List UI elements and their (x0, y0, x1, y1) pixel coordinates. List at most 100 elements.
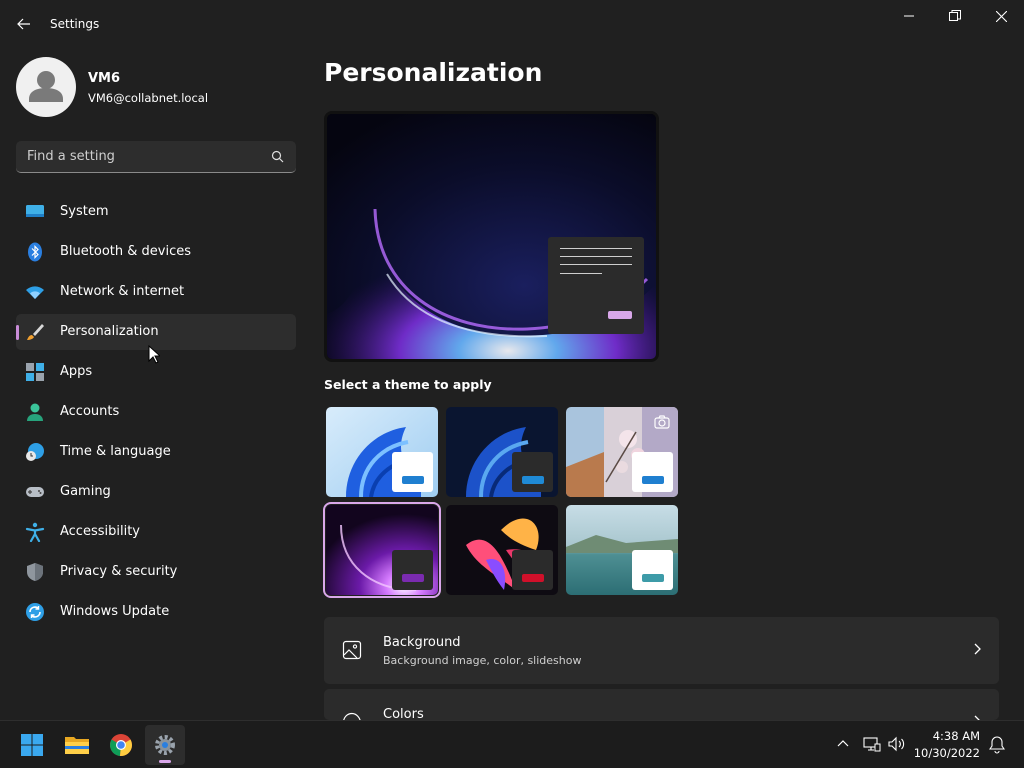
user-silhouette-icon (29, 71, 63, 102)
page-title: Personalization (324, 58, 543, 87)
clock-date[interactable]: 10/30/2022 (912, 746, 980, 760)
settings-taskbar-button[interactable] (145, 725, 185, 765)
restore-icon (949, 10, 961, 21)
preview-accent-button (608, 311, 632, 319)
theme-windows-dark[interactable] (446, 407, 558, 497)
theme-mini-window (512, 550, 553, 590)
theme-captured-motion[interactable] (446, 505, 558, 595)
wifi-icon (26, 286, 44, 299)
theme-mini-accent (642, 574, 664, 582)
theme-flow[interactable] (566, 505, 678, 595)
running-indicator (159, 760, 171, 763)
accessibility-icon (25, 522, 45, 542)
background-card[interactable]: Background Background image, color, slid… (324, 617, 999, 684)
sidebar-item-accessibility[interactable]: Accessibility (16, 514, 296, 550)
search-icon[interactable] (271, 150, 284, 163)
user-name: VM6 (88, 71, 121, 86)
window-title: Settings (50, 17, 100, 31)
start-button[interactable] (12, 725, 52, 765)
preview-line (560, 256, 632, 257)
card-subtitle: Background image, color, slideshow (383, 654, 582, 667)
sidebar-item-label: Accessibility (60, 524, 140, 539)
clock-time[interactable]: 4:38 AM (920, 729, 980, 743)
sidebar-item-bluetooth[interactable]: Bluetooth & devices (16, 234, 296, 270)
sidebar-item-time-language[interactable]: Time & language (16, 434, 296, 470)
back-arrow-icon (17, 18, 30, 30)
sidebar-item-system[interactable]: System (16, 194, 296, 230)
search-input[interactable] (16, 141, 266, 172)
sidebar-item-accounts[interactable]: Accounts (16, 394, 296, 430)
taskbar: 4:38 AM 10/30/2022 (0, 720, 1024, 768)
themes-heading: Select a theme to apply (324, 377, 492, 392)
chevron-up-icon[interactable] (837, 739, 849, 747)
sidebar-item-label: Accounts (60, 404, 120, 419)
theme-mini-accent (642, 476, 664, 484)
chevron-right-icon (974, 643, 981, 655)
system-icon (26, 205, 44, 217)
preview-line (560, 248, 632, 249)
theme-mini-accent (522, 574, 544, 582)
sidebar-item-windows-update[interactable]: Windows Update (16, 594, 296, 630)
sidebar-item-gaming[interactable]: Gaming (16, 474, 296, 510)
sidebar-item-label: Network & internet (60, 284, 185, 299)
search-box (16, 141, 296, 173)
minimize-button[interactable] (886, 0, 932, 32)
preview-line (560, 273, 602, 274)
update-icon (26, 603, 44, 621)
image-icon (342, 640, 362, 660)
sidebar-item-label: Privacy & security (60, 564, 178, 579)
shield-icon (27, 563, 43, 581)
network-icon[interactable] (863, 736, 881, 752)
volume-icon[interactable] (888, 736, 906, 752)
theme-mini-window (512, 452, 553, 492)
palette-icon (343, 712, 361, 720)
theme-preview (324, 111, 659, 362)
avatar[interactable] (16, 57, 76, 117)
sidebar-item-privacy[interactable]: Privacy & security (16, 554, 296, 590)
clock-globe-icon (26, 443, 44, 461)
preview-window (548, 237, 644, 334)
restore-button[interactable] (932, 0, 978, 32)
sidebar-item-network[interactable]: Network & internet (16, 274, 296, 310)
sidebar-item-label: Gaming (60, 484, 111, 499)
chrome-icon (109, 734, 133, 757)
sidebar-nav: System Bluetooth & devices Network & int… (16, 194, 296, 634)
theme-windows-light[interactable] (326, 407, 438, 497)
theme-glow[interactable] (323, 502, 441, 598)
card-title: Colors (383, 707, 424, 720)
apps-icon (26, 363, 44, 381)
person-icon (27, 403, 43, 421)
sidebar-item-label: System (60, 204, 109, 219)
theme-mini-accent (402, 574, 424, 582)
back-button[interactable] (12, 10, 36, 38)
theme-mini-window (392, 452, 433, 492)
chrome-button[interactable] (101, 725, 141, 765)
gamepad-icon (26, 487, 44, 497)
title-bar: Settings (0, 0, 1024, 48)
brush-icon (27, 324, 44, 340)
close-button[interactable] (978, 0, 1024, 32)
sidebar-item-label: Windows Update (60, 604, 170, 619)
file-explorer-button[interactable] (57, 725, 97, 765)
minimize-icon (904, 15, 914, 17)
mouse-cursor-icon (148, 345, 160, 364)
close-icon (995, 10, 1007, 22)
theme-mini-accent (402, 476, 424, 484)
file-explorer-icon (65, 737, 89, 754)
user-email: VM6@collabnet.local (88, 91, 209, 105)
theme-mini-window (632, 550, 673, 590)
theme-windows-spotlight[interactable] (566, 407, 678, 497)
active-indicator (16, 325, 19, 340)
preview-line (560, 264, 632, 265)
bluetooth-icon (28, 242, 42, 262)
sidebar-item-label: Time & language (60, 444, 171, 459)
sidebar-item-label: Personalization (60, 324, 159, 339)
theme-mini-window (392, 550, 433, 590)
sidebar-item-label: Apps (60, 364, 93, 379)
notification-bell-icon[interactable] (989, 736, 1005, 754)
start-icon (21, 734, 43, 756)
settings-gear-icon (155, 735, 175, 755)
card-title: Background (383, 635, 461, 650)
colors-card[interactable]: Colors (324, 689, 999, 720)
theme-mini-window (632, 452, 673, 492)
